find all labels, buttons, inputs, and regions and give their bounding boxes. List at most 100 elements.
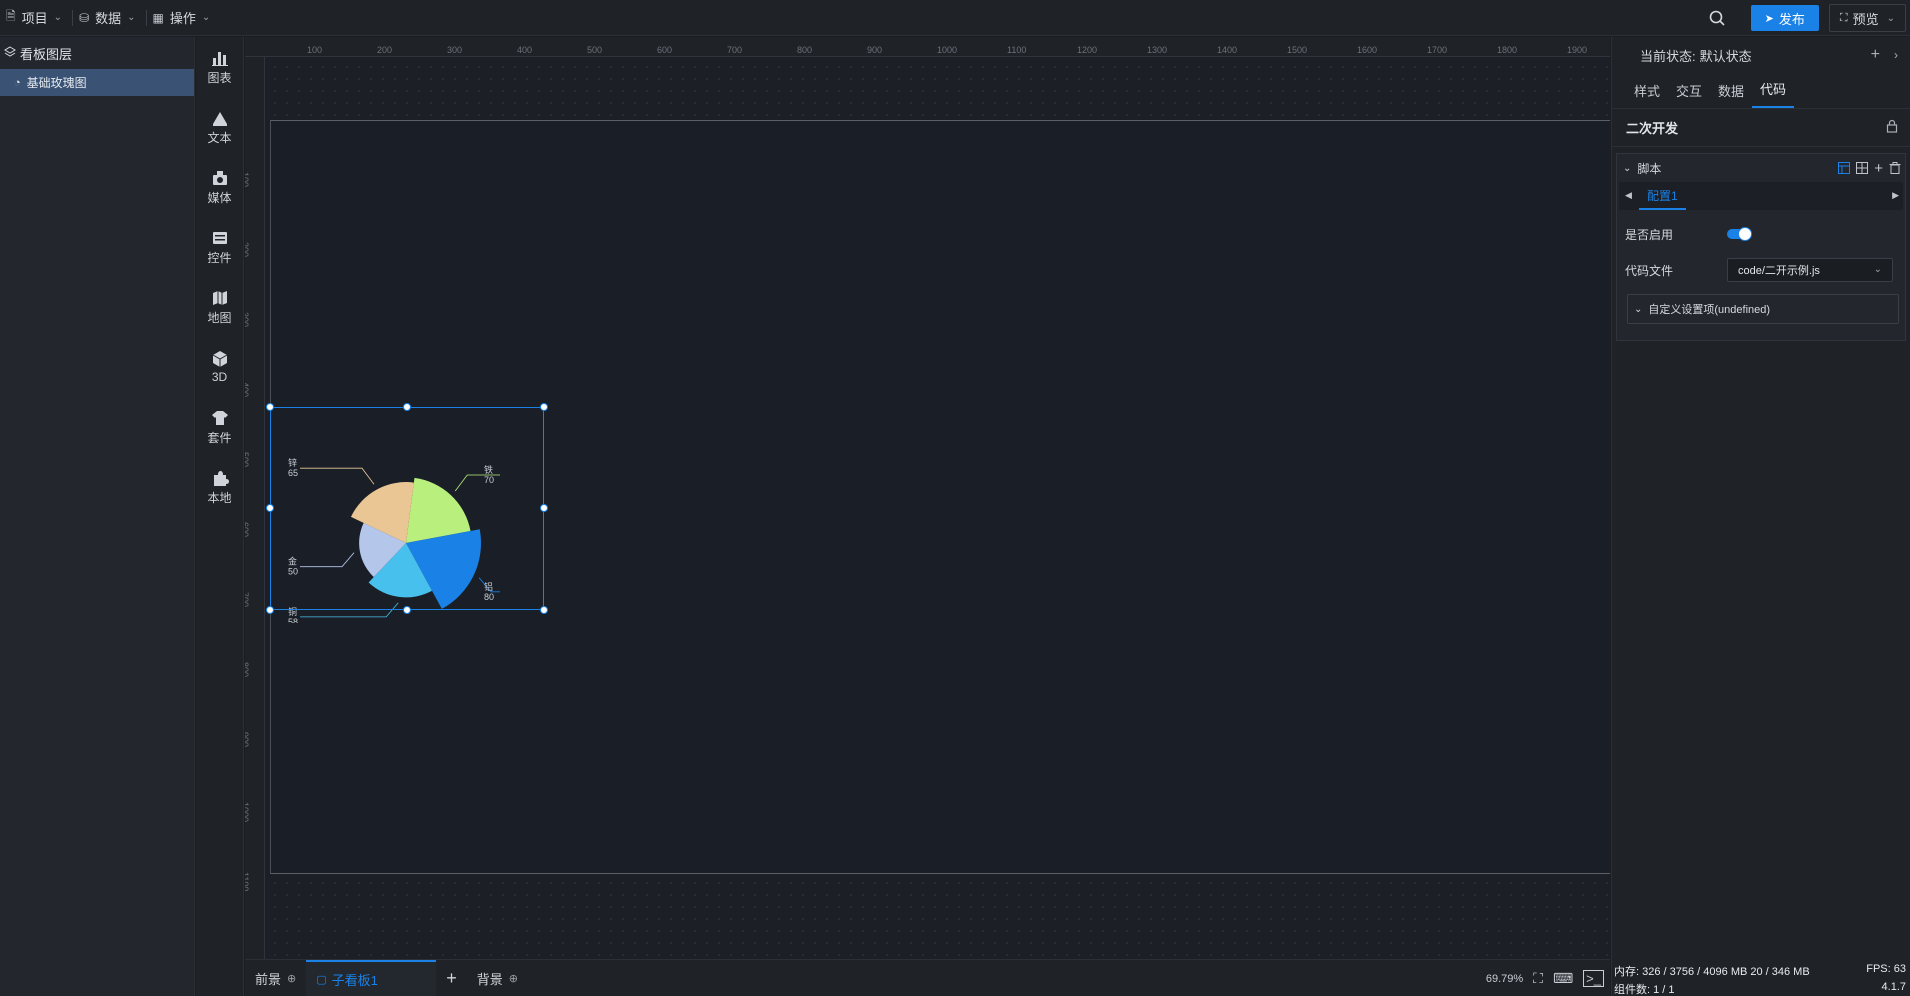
- ruler-tick: 700: [245, 592, 250, 608]
- canvas-area[interactable]: 100 200 300 400 500 600 700 800 900 1000 1100 1200 1…: [245, 37, 1610, 959]
- memory-value: 326 / 3756 / 4096 MB 20 / 346 MB: [1642, 966, 1810, 978]
- component-suite[interactable]: 套件: [196, 397, 243, 457]
- ruler-tick: 1000: [937, 45, 958, 55]
- ruler-tick: 1200: [1077, 45, 1098, 55]
- ruler-tick: 600: [657, 45, 673, 55]
- add-board-button[interactable]: +: [436, 960, 467, 996]
- control-icon: [212, 231, 227, 244]
- tab-code[interactable]: 代码: [1752, 79, 1795, 108]
- trash-icon[interactable]: [1889, 162, 1901, 174]
- document-icon: 🗎: [6, 9, 16, 23]
- add-circle-icon[interactable]: ⊕: [287, 972, 296, 985]
- tab-config-1[interactable]: 配置1: [1639, 182, 1686, 210]
- resize-handle[interactable]: [540, 403, 548, 411]
- layout-grid-icon[interactable]: [1856, 162, 1869, 174]
- layers-header: 看板图层: [0, 37, 194, 69]
- resize-handle[interactable]: [540, 504, 548, 512]
- ruler-tick: 400: [245, 382, 250, 398]
- menu-data-label: 数据: [95, 11, 122, 26]
- send-icon: ➤: [1764, 12, 1774, 25]
- ruler-tick: 700: [727, 45, 743, 55]
- caret-right-icon[interactable]: ▶: [1892, 190, 1899, 201]
- menu-operation[interactable]: ▦ 操作 ⌄: [147, 0, 221, 36]
- section-secondary-dev: 二次开发: [1612, 109, 1910, 147]
- ruler-tick: 100: [307, 45, 323, 55]
- component-text[interactable]: 文本: [196, 97, 243, 157]
- chevron-down-icon: ⌄: [1623, 162, 1632, 174]
- version: 4.1.7: [1881, 981, 1906, 993]
- search-icon[interactable]: [1699, 0, 1735, 36]
- tab-data[interactable]: 数据: [1710, 81, 1752, 108]
- ruler-tick: 1600: [1357, 45, 1378, 55]
- component-map-label: 地图: [207, 310, 232, 325]
- component-3d[interactable]: 3D: [196, 337, 243, 397]
- component-sidebar: 图表 文本 媒体 控件 地图 3D 套件 本地: [196, 37, 244, 996]
- tab-style[interactable]: 样式: [1626, 81, 1668, 108]
- layout-rows-icon[interactable]: [1838, 162, 1851, 174]
- code-file-select[interactable]: code/二开示例.js ⌄: [1727, 258, 1893, 282]
- component-3d-label: 3D: [211, 370, 228, 384]
- plus-icon: +: [446, 967, 457, 988]
- component-chart[interactable]: 图表: [196, 37, 243, 97]
- resize-handle[interactable]: [266, 403, 274, 411]
- map-icon: [212, 290, 227, 305]
- component-map[interactable]: 地图: [196, 277, 243, 337]
- fps-label: FPS:: [1866, 963, 1891, 975]
- code-file-row: 代码文件 code/二开示例.js ⌄: [1617, 252, 1905, 288]
- fit-screen-icon[interactable]: ⛶: [1533, 970, 1543, 987]
- selection-box[interactable]: [266, 403, 548, 614]
- publish-button[interactable]: ➤ 发布: [1750, 5, 1819, 31]
- zoom-level[interactable]: 69.79%: [1486, 973, 1523, 985]
- tab-foreground-label: 前景: [255, 971, 282, 987]
- resize-handle[interactable]: [403, 606, 411, 614]
- memory-info: 内存: 326 / 3756 / 4096 MB 20 / 346 MB: [1614, 963, 1810, 979]
- ruler-tick: 900: [867, 45, 883, 55]
- custom-settings[interactable]: ⌄ 自定义设置项(undefined): [1627, 294, 1899, 324]
- ruler-tick: 900: [245, 732, 250, 748]
- preview-button[interactable]: ⛶ 预览 ⌄: [1828, 4, 1906, 32]
- status-bar: 内存: 326 / 3756 / 4096 MB 20 / 346 MB 组件数…: [1611, 959, 1910, 996]
- top-actions: ➤ 发布 ⛶ 预览 ⌄: [1699, 0, 1910, 36]
- tab-sub-board[interactable]: ▢ 子看板1: [306, 959, 437, 996]
- chevron-down-icon: ⌄: [201, 12, 211, 23]
- cube-icon: [212, 351, 227, 367]
- add-icon[interactable]: +: [1874, 160, 1883, 177]
- tab-background[interactable]: 背景 ⊕: [467, 960, 528, 996]
- resize-handle[interactable]: [403, 403, 411, 411]
- tab-interaction[interactable]: 交互: [1668, 81, 1710, 108]
- resize-handle[interactable]: [266, 606, 274, 614]
- ruler-top[interactable]: 100 200 300 400 500 600 700 800 900 1000 1100 1200 1…: [245, 37, 1610, 57]
- layer-item-label: 基础玫瑰图: [26, 76, 87, 90]
- resize-handle[interactable]: [540, 606, 548, 614]
- chevron-down-icon: ⌄: [1886, 12, 1895, 24]
- state-row: 当前状态: 默认状态 + ›: [1612, 37, 1910, 73]
- tab-foreground[interactable]: 前景 ⊕: [245, 960, 306, 996]
- ruler-left[interactable]: 100 200 300 400 500 600 700 800 900 1000 1100: [245, 57, 265, 959]
- layer-item[interactable]: ◔ 基础玫瑰图: [0, 69, 194, 96]
- memory-label: 内存:: [1614, 966, 1640, 978]
- chevron-right-icon[interactable]: ›: [1894, 48, 1898, 62]
- add-circle-icon[interactable]: ⊕: [509, 972, 518, 985]
- enabled-toggle[interactable]: [1727, 227, 1752, 241]
- ruler-tick: 100: [245, 172, 250, 188]
- resize-handle[interactable]: [266, 504, 274, 512]
- properties-panel: 当前状态: 默认状态 + › 样式 交互 数据 代码 二次开发 ⌄ 脚本 + ◀…: [1611, 37, 1910, 959]
- top-bar: 🗎 项目 ⌄ ⛁ 数据 ⌄ ▦ 操作 ⌄ ➤ 发布 ⛶ 预览 ⌄: [0, 0, 1910, 36]
- state-value[interactable]: 默认状态: [1700, 46, 1752, 65]
- menu-project[interactable]: 🗎 项目 ⌄: [0, 0, 72, 36]
- menu-data[interactable]: ⛁ 数据 ⌄: [73, 0, 145, 36]
- fullscreen-icon: ⛶: [1839, 11, 1848, 24]
- tab-sub-board-label: 子看板1: [331, 972, 378, 988]
- lock-icon[interactable]: [1886, 119, 1898, 136]
- keyboard-icon[interactable]: ⌨: [1553, 970, 1573, 987]
- script-header[interactable]: ⌄ 脚本 +: [1617, 154, 1905, 182]
- add-state-icon[interactable]: +: [1871, 46, 1880, 64]
- custom-settings-label: 自定义设置项(undefined): [1648, 304, 1771, 316]
- component-media[interactable]: 媒体: [196, 157, 243, 217]
- component-local[interactable]: 本地: [196, 457, 243, 517]
- ruler-tick: 600: [245, 522, 250, 538]
- terminal-icon[interactable]: >_: [1583, 970, 1604, 987]
- component-control[interactable]: 控件: [196, 217, 243, 277]
- caret-left-icon[interactable]: ◀: [1625, 190, 1632, 201]
- component-control-label: 控件: [207, 250, 232, 265]
